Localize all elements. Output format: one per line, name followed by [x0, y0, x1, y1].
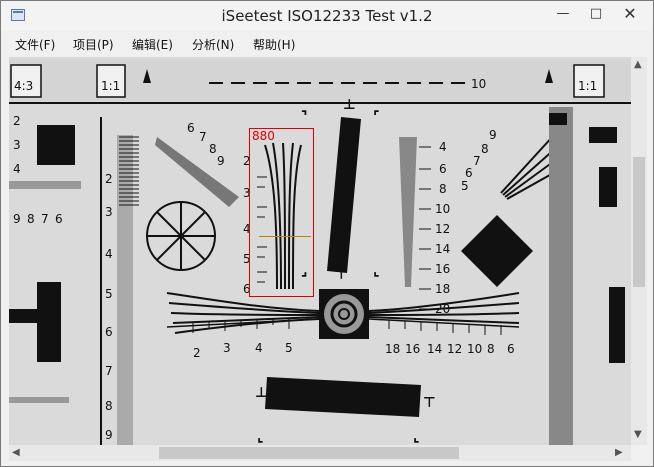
right-wedge-label: 10 — [435, 202, 450, 216]
menu-project[interactable]: 项目(P) — [73, 36, 114, 53]
scale-label: 9 — [105, 428, 113, 442]
left-edge-label: 8 — [27, 212, 35, 226]
ratio-label-1x1-right: 1:1 — [578, 79, 597, 93]
close-button[interactable]: ✕ — [618, 5, 642, 23]
menu-help[interactable]: 帮助(H) — [253, 36, 295, 53]
maximize-icon: □ — [589, 6, 603, 21]
scrollbar-corner — [631, 445, 647, 461]
svg-text:⌝: ⌝ — [301, 109, 308, 125]
scroll-left-arrow-icon[interactable]: ◀ — [12, 447, 20, 458]
left-edge-label: 9 — [13, 212, 21, 226]
svg-text:⊥: ⊥ — [343, 97, 356, 113]
top-ruler-label: 10 — [471, 77, 486, 91]
minimize-button[interactable]: — — [551, 5, 575, 23]
right-wedge-label: 18 — [435, 282, 450, 296]
bottom-ruler-label: 3 — [223, 341, 231, 355]
left-edge-label: 7 — [41, 212, 49, 226]
scroll-down-arrow-icon[interactable]: ▼ — [634, 429, 642, 440]
scale-label: 7 — [105, 364, 113, 378]
right-wedge-label: 6 — [439, 162, 447, 176]
bottom-ruler-label: 8 — [487, 342, 495, 356]
svg-text:⊤: ⊤ — [423, 395, 436, 411]
vertical-scroll-thumb[interactable] — [633, 157, 645, 287]
menu-analyze[interactable]: 分析(N) — [192, 36, 234, 53]
scale-label: 8 — [105, 399, 113, 413]
bottom-ruler-label: 6 — [507, 342, 515, 356]
svg-text:⊥: ⊥ — [255, 385, 268, 401]
right-wedge-label: 14 — [435, 242, 450, 256]
right-wedge-label: 16 — [435, 262, 450, 276]
svg-text:⌞: ⌞ — [373, 263, 380, 279]
bottom-ruler-label: 18 — [385, 342, 400, 356]
bottom-ruler-label: 16 — [405, 342, 420, 356]
roi-selection-box[interactable] — [249, 128, 314, 297]
right-small-label: 8 — [481, 142, 489, 156]
menu-bar: 文件(F) 项目(P) 编辑(E) 分析(N) 帮助(H) — [1, 32, 653, 56]
image-viewport[interactable]: 4:3 1:1 1:1 10 9 8 7 6 2 3 4 5 6 7 8 9 6… — [9, 57, 631, 445]
scroll-up-arrow-icon[interactable]: ▲ — [634, 59, 642, 70]
close-icon: ✕ — [623, 4, 637, 23]
svg-text:⌞: ⌞ — [257, 429, 264, 445]
scale-label: 6 — [105, 325, 113, 339]
horizontal-scrollbar[interactable]: ◀ ▶ — [9, 445, 631, 461]
right-small-label: 7 — [473, 154, 481, 168]
horizontal-scroll-thumb[interactable] — [159, 447, 459, 459]
bottom-ruler-label: 10 — [467, 342, 482, 356]
minimize-icon: — — [556, 6, 570, 21]
vertical-scrollbar[interactable]: ▲ ▼ — [631, 57, 647, 445]
app-window: iSeetest ISO12233 Test v1.2 — □ ✕ 文件(F) … — [0, 0, 654, 467]
svg-text:⌜: ⌜ — [373, 109, 380, 125]
menu-edit[interactable]: 编辑(E) — [132, 36, 173, 53]
wedge-label: 8 — [209, 142, 217, 156]
right-small-label: 9 — [489, 128, 497, 142]
right-small-label: 5 — [461, 179, 469, 193]
scale-label: 3 — [105, 205, 113, 219]
title-bar: iSeetest ISO12233 Test v1.2 — □ ✕ — [1, 1, 653, 31]
right-wedge-label: 8 — [439, 182, 447, 196]
roi-value-label: 880 — [252, 129, 275, 143]
maximize-button[interactable]: □ — [584, 5, 608, 23]
right-small-label: 6 — [465, 166, 473, 180]
wedge-label: 9 — [217, 154, 225, 168]
iso12233-test-chart: 4:3 1:1 1:1 10 9 8 7 6 2 3 4 5 6 7 8 9 6… — [9, 57, 631, 445]
scale-label: 5 — [105, 287, 113, 301]
ratio-label-4x3: 4:3 — [14, 79, 33, 93]
left-top-label: 4 — [13, 162, 21, 176]
scale-label: 4 — [105, 247, 113, 261]
scale-label: 2 — [105, 172, 113, 186]
ratio-label-1x1-left: 1:1 — [101, 79, 120, 93]
bottom-ruler-label: 12 — [447, 342, 462, 356]
right-wedge-label: 4 — [439, 140, 447, 154]
bottom-ruler-label: 5 — [285, 341, 293, 355]
left-top-label: 3 — [13, 138, 21, 152]
scroll-right-arrow-icon[interactable]: ▶ — [615, 447, 623, 458]
wedge-label: 6 — [187, 121, 195, 135]
svg-text:⊤: ⊤ — [335, 267, 348, 283]
roi-midline — [259, 236, 311, 237]
right-wedge-label: 12 — [435, 222, 450, 236]
menu-file[interactable]: 文件(F) — [15, 36, 55, 53]
bottom-ruler-label: 4 — [255, 341, 263, 355]
left-edge-label: 6 — [55, 212, 63, 226]
left-top-label: 2 — [13, 114, 21, 128]
wedge-label: 7 — [199, 130, 207, 144]
svg-text:⌞: ⌞ — [413, 429, 420, 445]
bottom-ruler-label: 2 — [193, 346, 201, 360]
bottom-ruler-label: 14 — [427, 342, 442, 356]
